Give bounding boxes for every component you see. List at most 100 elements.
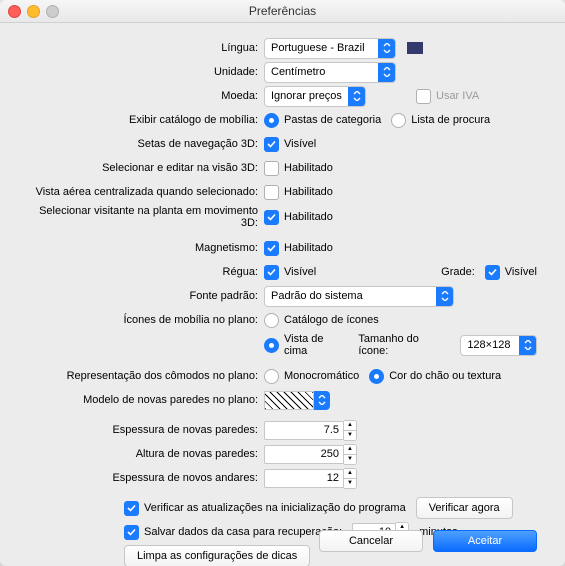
label-select-visitor: Selecionar visitante na planta em movime… <box>28 205 264 229</box>
ruler-option[interactable]: Visível <box>264 265 316 280</box>
label-magnetism: Magnetismo: <box>28 242 264 254</box>
chevron-updown-icon <box>519 336 536 355</box>
hatch-pattern-icon <box>264 391 314 410</box>
floor-thickness-input[interactable]: 12 <box>264 469 344 488</box>
radio-floor-color[interactable] <box>369 369 384 384</box>
label-language: Língua: <box>28 42 264 54</box>
icon-size-select[interactable]: 128×128 <box>460 335 537 356</box>
currency-select[interactable]: Ignorar preços <box>264 86 366 107</box>
top-view-label: Vista de cima <box>284 333 348 357</box>
cancel-button[interactable]: Cancelar <box>319 530 423 552</box>
select-edit-3d-checkbox[interactable] <box>264 161 279 176</box>
label-grid: Grade: <box>441 266 475 278</box>
label-select-edit-3d: Selecionar e editar na visão 3D: <box>28 162 264 174</box>
font-select-value: Padrão do sistema <box>265 290 436 302</box>
accept-button[interactable]: Aceitar <box>433 530 537 552</box>
wall-thickness-input[interactable]: 7.5 <box>264 421 344 440</box>
autosave-option[interactable]: Salvar dados da casa para recuperação: <box>124 525 342 540</box>
label-catalog-view: Exibir catálogo de mobília: <box>28 114 264 126</box>
label-wall-pattern: Modelo de novas paredes no plano: <box>28 394 264 406</box>
icon-catalog-option[interactable]: Catálogo de ícones <box>264 313 379 328</box>
aerial-center-option[interactable]: Habilitado <box>264 185 333 200</box>
check-updates-option[interactable]: Verificar as atualizações na inicializaç… <box>124 501 406 516</box>
nav-arrows-label: Visível <box>284 138 316 150</box>
nav-arrows-checkbox[interactable] <box>264 137 279 152</box>
content-area: Língua: Portuguese - Brazil Unidade: Cen… <box>0 23 565 566</box>
radio-icon-catalog[interactable] <box>264 313 279 328</box>
check-updates-label: Verificar as atualizações na inicializaç… <box>144 502 406 514</box>
select-edit-3d-label: Habilitado <box>284 162 333 174</box>
radio-search-list[interactable] <box>391 113 406 128</box>
select-visitor-checkbox[interactable] <box>264 210 279 225</box>
language-select[interactable]: Portuguese - Brazil <box>264 38 396 59</box>
use-vat-label: Usar IVA <box>436 90 479 102</box>
monochrome-option[interactable]: Monocromático <box>264 369 359 384</box>
catalog-category-folders-label: Pastas de categoria <box>284 114 381 126</box>
radio-top-view[interactable] <box>264 338 279 353</box>
label-aerial-center: Vista aérea centralizada quando selecion… <box>28 186 264 198</box>
grid-option[interactable]: Visível <box>485 265 537 280</box>
aerial-center-label: Habilitado <box>284 186 333 198</box>
check-updates-checkbox[interactable] <box>124 501 139 516</box>
wall-height-input[interactable]: 250 <box>264 445 344 464</box>
floor-thickness-stepper[interactable]: ▲▼ <box>344 468 357 489</box>
label-ruler: Régua: <box>28 266 264 278</box>
accept-button-label: Aceitar <box>468 535 502 547</box>
dialog-footer: Cancelar Aceitar <box>319 530 537 552</box>
font-select[interactable]: Padrão do sistema <box>264 286 454 307</box>
chevron-updown-icon <box>378 39 395 58</box>
zoom-window-button[interactable] <box>46 5 59 18</box>
floor-color-option[interactable]: Cor do chão ou textura <box>369 369 501 384</box>
autosave-checkbox[interactable] <box>124 525 139 540</box>
chevron-updown-icon <box>378 63 395 82</box>
catalog-search-list-option[interactable]: Lista de procura <box>391 113 490 128</box>
label-wall-thickness: Espessura de novas paredes: <box>28 424 264 436</box>
flag-icon[interactable] <box>406 39 424 57</box>
top-view-option[interactable]: Vista de cima <box>264 333 348 357</box>
autosave-label: Salvar dados da casa para recuperação: <box>144 526 342 538</box>
wall-height-stepper[interactable]: ▲▼ <box>344 444 357 465</box>
preferences-window: Preferências Língua: Portuguese - Brazil… <box>0 0 565 566</box>
reset-tips-button-label: Limpa as configurações de dicas <box>137 550 297 562</box>
wall-thickness-stepper[interactable]: ▲▼ <box>344 420 357 441</box>
window-controls <box>8 5 59 18</box>
nav-arrows-option[interactable]: Visível <box>264 137 316 152</box>
wall-thickness-input-wrap: 7.5 ▲▼ <box>264 420 357 441</box>
magnetism-checkbox[interactable] <box>264 241 279 256</box>
catalog-category-folders-option[interactable]: Pastas de categoria <box>264 113 381 128</box>
radio-category-folders[interactable] <box>264 113 279 128</box>
unit-select[interactable]: Centímetro <box>264 62 396 83</box>
window-title: Preferências <box>249 4 316 18</box>
catalog-search-list-label: Lista de procura <box>411 114 490 126</box>
ruler-checkbox[interactable] <box>264 265 279 280</box>
wall-pattern-select[interactable] <box>264 391 330 410</box>
check-now-button[interactable]: Verificar agora <box>416 497 513 519</box>
radio-monochrome[interactable] <box>264 369 279 384</box>
label-icon-size: Tamanho do ícone: <box>358 333 450 357</box>
use-vat-option: Usar IVA <box>416 89 479 104</box>
reset-tips-button[interactable]: Limpa as configurações de dicas <box>124 545 310 566</box>
label-unit: Unidade: <box>28 66 264 78</box>
chevron-updown-icon <box>436 287 453 306</box>
minimize-window-button[interactable] <box>27 5 40 18</box>
floor-color-label: Cor do chão ou textura <box>389 370 501 382</box>
floor-thickness-input-wrap: 12 ▲▼ <box>264 468 357 489</box>
label-furniture-icons: Ícones de mobília no plano: <box>28 314 264 326</box>
select-visitor-option[interactable]: Habilitado <box>264 210 333 225</box>
aerial-center-checkbox[interactable] <box>264 185 279 200</box>
select-visitor-label: Habilitado <box>284 211 333 223</box>
label-floor-thickness: Espessura de novos andares: <box>28 472 264 484</box>
ruler-label: Visível <box>284 266 316 278</box>
magnetism-label: Habilitado <box>284 242 333 254</box>
grid-label: Visível <box>505 266 537 278</box>
grid-checkbox[interactable] <box>485 265 500 280</box>
language-select-value: Portuguese - Brazil <box>265 42 378 54</box>
select-edit-3d-option[interactable]: Habilitado <box>264 161 333 176</box>
currency-select-value: Ignorar preços <box>265 90 348 102</box>
magnetism-option[interactable]: Habilitado <box>264 241 333 256</box>
wall-height-input-wrap: 250 ▲▼ <box>264 444 357 465</box>
label-currency: Moeda: <box>28 90 264 102</box>
label-room-rendering: Representação dos cômodos no plano: <box>28 370 264 382</box>
label-nav-arrows: Setas de navegação 3D: <box>28 138 264 150</box>
close-window-button[interactable] <box>8 5 21 18</box>
